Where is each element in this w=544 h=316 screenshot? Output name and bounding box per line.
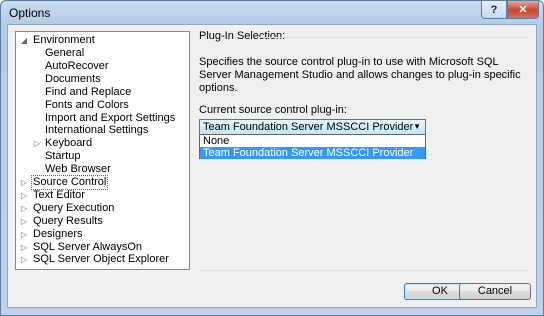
plugin-combobox[interactable]: Team Foundation Server MSSCCI Provider ▼ <box>199 119 426 135</box>
collapsed-triangle-icon[interactable]: ▷ <box>20 176 28 189</box>
description-text: Specifies the source control plug-in to … <box>199 56 521 94</box>
title-bar[interactable]: Options ? ✕ <box>1 1 543 25</box>
dropdown-option-none[interactable]: None <box>200 135 425 147</box>
dropdown-option-team-foundation-server-msscci-provider[interactable]: Team Foundation Server MSSCCI Provider <box>200 147 425 159</box>
panel-divider <box>199 270 529 271</box>
tree-node-label: Query Execution <box>33 202 115 214</box>
tree-node-label: General <box>45 47 85 59</box>
expanded-triangle-icon[interactable]: ◢ <box>20 34 28 47</box>
help-icon: ? <box>490 3 498 16</box>
chevron-down-icon[interactable]: ▼ <box>413 120 421 134</box>
tree-node-label: Startup <box>45 150 81 163</box>
section-title: Plug-In Selection: <box>199 30 286 42</box>
tree-node-label: SQL Server Object Explorer <box>33 253 169 265</box>
help-button[interactable]: ? <box>481 1 507 19</box>
tree-node-label: Find and Replace <box>45 85 132 98</box>
tree-node-label: Text Editor <box>33 189 85 201</box>
tree-node-label: Environment <box>33 34 95 46</box>
collapsed-triangle-icon[interactable]: ▷ <box>20 202 28 215</box>
collapsed-triangle-icon[interactable]: ▷ <box>20 228 28 241</box>
window-title: Options <box>9 6 51 20</box>
tree-node-label: Source Control <box>30 175 109 190</box>
dialog-client-area: ◢ Environment General AutoRecover Document… <box>7 24 537 308</box>
tree-node-label: AutoRecover <box>45 59 109 72</box>
tree-node-label: International Settings <box>45 124 149 137</box>
options-dialog: Options ? ✕ ◢ Environment General AutoRec… <box>0 0 544 316</box>
plugin-combo-value: Team Foundation Server MSSCCI Provider <box>203 121 414 133</box>
close-button[interactable]: ✕ <box>507 1 539 19</box>
collapsed-triangle-icon[interactable]: ▷ <box>20 253 28 266</box>
collapsed-triangle-icon[interactable]: ▷ <box>20 189 28 202</box>
close-icon: ✕ <box>518 4 528 16</box>
collapsed-triangle-icon[interactable]: ▷ <box>33 137 41 150</box>
tree-node-label: Import and Export Settings <box>45 111 176 124</box>
tree-node-label: Web Browser <box>45 163 111 176</box>
tree-node-label: Keyboard <box>45 137 93 150</box>
section-divider <box>259 37 529 38</box>
plugin-combo-label: Current source control plug-in: <box>199 104 347 116</box>
plugin-dropdown-list[interactable]: None Team Foundation Server MSSCCI Provid… <box>199 134 426 159</box>
tree-node-label: Query Results <box>33 215 103 227</box>
tree-node-label: Documents <box>45 72 101 85</box>
options-tree[interactable]: ◢ Environment General AutoRecover Document… <box>15 31 190 270</box>
tree-node-label: Fonts and Colors <box>45 98 129 111</box>
collapsed-triangle-icon[interactable]: ▷ <box>20 215 28 228</box>
cancel-button[interactable]: Cancel <box>459 283 531 300</box>
tree-node-label: Designers <box>33 228 83 240</box>
